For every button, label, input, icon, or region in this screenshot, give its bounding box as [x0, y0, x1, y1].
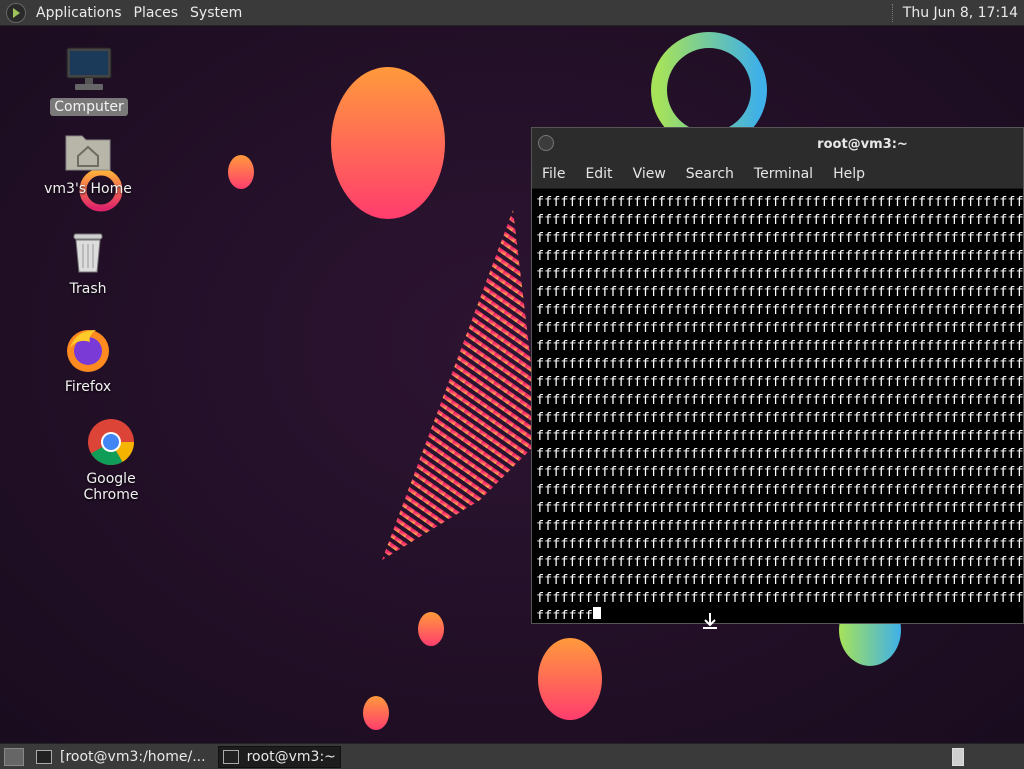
- trash-icon: [64, 228, 112, 276]
- workspace-switcher[interactable]: [952, 747, 964, 766]
- terminal-line: ffffffffffffffffffffffffffffffffffffffff…: [536, 374, 1023, 390]
- panel-separator: [891, 3, 895, 22]
- chrome-icon: [87, 418, 135, 466]
- terminal-output[interactable]: ffffffffffffffffffffffffffffffffffffffff…: [532, 189, 1023, 619]
- desktop-icon-trash[interactable]: Trash: [33, 228, 143, 298]
- desktop-icon-home[interactable]: vm3's Home: [33, 128, 143, 198]
- terminal-line: ffffffffffffffffffffffffffffffffffffffff…: [536, 194, 1023, 210]
- terminal-line: ffffffffffffffffffffffffffffffffffffffff…: [536, 284, 1023, 300]
- desktop-icon-label: vm3's Home: [44, 181, 132, 197]
- terminal-line: ffffffffffffffffffffffffffffffffffffffff…: [536, 428, 1023, 444]
- terminal-titlebar[interactable]: root@vm3:~: [532, 128, 1023, 160]
- menu-applications[interactable]: Applications: [30, 5, 128, 21]
- applications-logo-icon[interactable]: [6, 2, 26, 23]
- terminal-line: ffffffffffffffffffffffffffffffffffffffff…: [536, 554, 1023, 570]
- terminal-line: ffffffffffffffffffffffffffffffffffffffff…: [536, 302, 1023, 318]
- clock[interactable]: Thu Jun 8, 17:14: [903, 5, 1024, 21]
- menu-help[interactable]: Help: [823, 166, 875, 182]
- terminal-line: ffffffffffffffffffffffffffffffffffffffff…: [536, 536, 1023, 552]
- taskbar-item-active[interactable]: root@vm3:~: [217, 745, 341, 768]
- menu-system[interactable]: System: [184, 5, 248, 21]
- menu-places[interactable]: Places: [128, 5, 185, 21]
- terminal-line: ffffffffffffffffffffffffffffffffffffffff…: [536, 266, 1023, 282]
- terminal-prompt-line: fffffff: [536, 608, 593, 619]
- terminal-line: ffffffffffffffffffffffffffffffffffffffff…: [536, 464, 1023, 480]
- menu-search[interactable]: Search: [676, 166, 744, 182]
- terminal-line: ffffffffffffffffffffffffffffffffffffffff…: [536, 320, 1023, 336]
- desktop-icon-label: Computer: [50, 98, 128, 116]
- terminal-cursor: [592, 607, 601, 619]
- terminal-line: ffffffffffffffffffffffffffffffffffffffff…: [536, 248, 1023, 264]
- terminal-line: ffffffffffffffffffffffffffffffffffffffff…: [536, 356, 1023, 372]
- terminal-line: ffffffffffffffffffffffffffffffffffffffff…: [536, 572, 1023, 588]
- home-folder-icon: [64, 128, 112, 176]
- desktop-icon-label: Google Chrome: [83, 471, 139, 503]
- show-desktop-icon[interactable]: [4, 747, 24, 766]
- terminal-line: ffffffffffffffffffffffffffffffffffffffff…: [536, 482, 1023, 498]
- terminal-line: ffffffffffffffffffffffffffffffffffffffff…: [536, 410, 1023, 426]
- desktop-icon-computer[interactable]: Computer: [34, 46, 144, 116]
- computer-icon: [65, 46, 113, 94]
- desktop-icon-label: Firefox: [64, 379, 112, 395]
- terminal-line: ffffffffffffffffffffffffffffffffffffffff…: [536, 392, 1023, 408]
- desktop-icon-label: Trash: [69, 281, 107, 297]
- terminal-line: ffffffffffffffffffffffffffffffffffffffff…: [536, 590, 1023, 606]
- terminal-menubar: File Edit View Search Terminal Help: [532, 160, 1023, 189]
- terminal-line: ffffffffffffffffffffffffffffffffffffffff…: [536, 230, 1023, 246]
- desktop-icon-chrome[interactable]: Google Chrome: [56, 418, 166, 504]
- taskbar-item[interactable]: [root@vm3:/home/...: [32, 746, 210, 768]
- desktop-icon-firefox[interactable]: Firefox: [33, 326, 143, 396]
- download-arrow-icon: [703, 613, 717, 629]
- close-icon[interactable]: [538, 135, 554, 151]
- bottom-panel: [root@vm3:/home/... root@vm3:~: [0, 743, 1024, 769]
- taskbar-item-label: [root@vm3:/home/...: [60, 748, 206, 765]
- terminal-lines: ffffffffffffffffffffffffffffffffffffffff…: [536, 193, 1023, 607]
- menu-view[interactable]: View: [623, 166, 676, 182]
- terminal-line: ffffffffffffffffffffffffffffffffffffffff…: [536, 338, 1023, 354]
- menu-file[interactable]: File: [532, 166, 575, 182]
- terminal-line: ffffffffffffffffffffffffffffffffffffffff…: [536, 212, 1023, 228]
- terminal-line: ffffffffffffffffffffffffffffffffffffffff…: [536, 500, 1023, 516]
- terminal-line: ffffffffffffffffffffffffffffffffffffffff…: [536, 518, 1023, 534]
- menu-terminal[interactable]: Terminal: [744, 166, 823, 182]
- taskbar-item-label: root@vm3:~: [246, 748, 336, 765]
- firefox-icon: [64, 326, 112, 374]
- menu-edit[interactable]: Edit: [575, 166, 622, 182]
- terminal-line: ffffffffffffffffffffffffffffffffffffffff…: [536, 446, 1023, 462]
- terminal-icon: [222, 749, 239, 764]
- terminal-icon: [36, 749, 52, 764]
- top-panel: Applications Places System Thu Jun 8, 17…: [0, 0, 1024, 26]
- window-title: root@vm3:~: [817, 136, 908, 152]
- terminal-window[interactable]: root@vm3:~ File Edit View Search Termina…: [531, 127, 1024, 624]
